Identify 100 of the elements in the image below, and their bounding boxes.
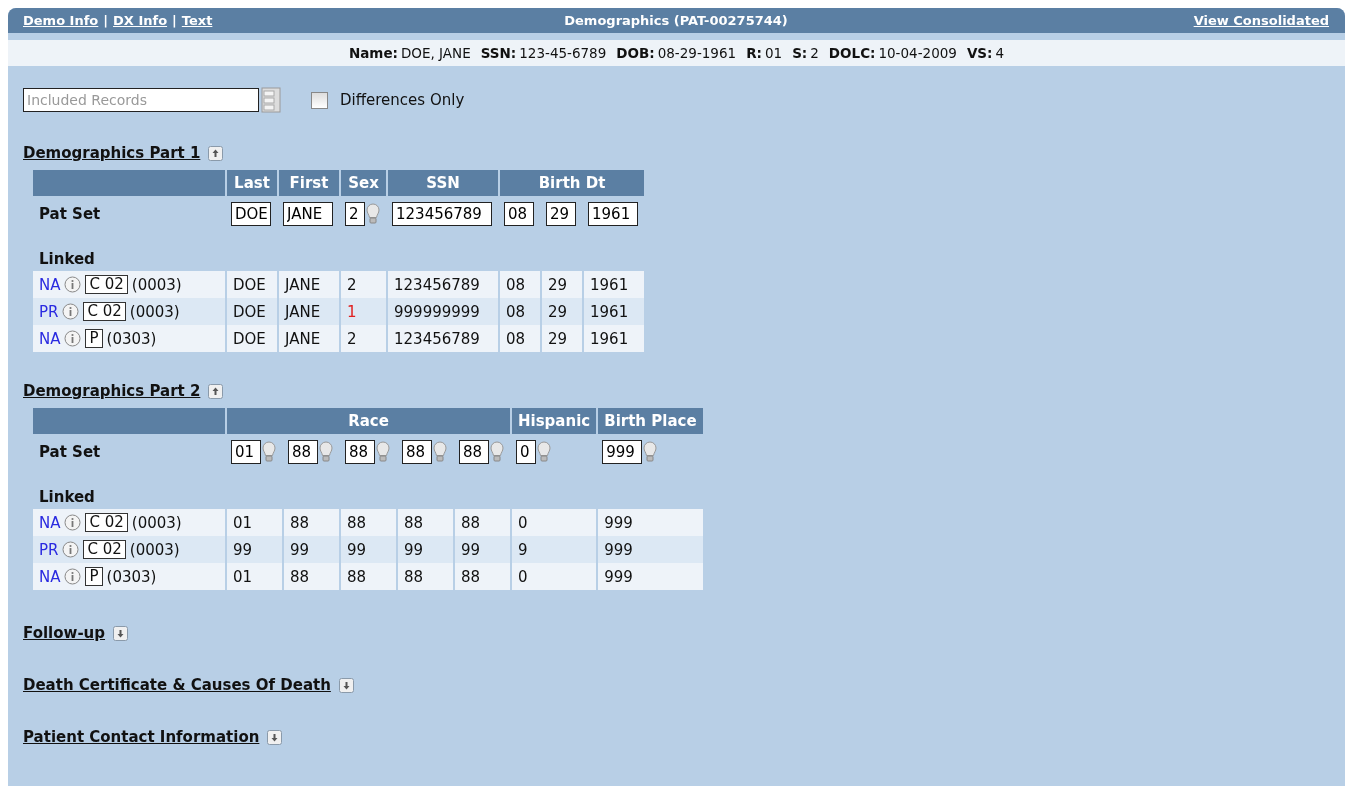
record-code: C 02: [85, 275, 128, 294]
table-cell: 08: [498, 325, 540, 352]
row-label: Pat Set: [38, 204, 102, 225]
value-field[interactable]: 88: [288, 440, 318, 464]
record-code: P: [85, 329, 103, 348]
table-cell: 08: [498, 271, 540, 298]
included-records-field[interactable]: Included Records: [23, 88, 259, 112]
value-field[interactable]: 88: [402, 440, 432, 464]
table-cell: JANE: [277, 271, 339, 298]
table-cell: 123456789: [386, 325, 498, 352]
table-cell: 1961: [582, 298, 644, 325]
table-cell: DOE: [225, 271, 277, 298]
table-cell: 123456789: [386, 271, 498, 298]
table-cell: 1961: [582, 271, 644, 298]
source-link[interactable]: NA: [39, 275, 61, 294]
value-field[interactable]: 88: [459, 440, 489, 464]
value-field[interactable]: 0: [516, 440, 536, 464]
row-label: Linked: [38, 487, 96, 508]
table-cell: 999: [596, 536, 703, 563]
column-header: Race: [225, 408, 510, 434]
info-icon: [62, 303, 80, 320]
record-code: P: [85, 567, 103, 586]
section-title[interactable]: Follow-up: [23, 624, 106, 642]
list-picker-icon: [261, 87, 281, 113]
separator: |: [172, 13, 177, 28]
table-cell: 99: [282, 536, 339, 563]
value-field[interactable]: 88: [345, 440, 375, 464]
column-header: Hispanic: [510, 408, 597, 434]
table-cell: 88: [282, 509, 339, 536]
field-value: 4: [995, 45, 1005, 61]
field-label: VS:: [966, 45, 993, 61]
record-number: (0303): [106, 567, 157, 586]
table-cell: 88: [453, 563, 510, 590]
checkbox-label: Differences Only: [340, 91, 465, 109]
info-icon: [64, 568, 82, 585]
column-header: Sex: [339, 170, 386, 196]
value-field[interactable]: 2: [345, 202, 365, 226]
nav-link[interactable]: Demo Info: [23, 13, 99, 28]
source-link[interactable]: NA: [39, 567, 61, 586]
field-value: 01: [764, 45, 783, 61]
table-cell: 999: [596, 563, 703, 590]
value-field[interactable]: 123456789: [392, 202, 492, 226]
table-cell: 01: [225, 563, 282, 590]
nav-link[interactable]: DX Info: [113, 13, 168, 28]
table-cell: 88: [339, 509, 396, 536]
value-field[interactable]: 01: [231, 440, 261, 464]
field-value: DOE, JANE: [400, 45, 471, 61]
column-header: First: [277, 170, 339, 196]
table-cell: 2: [339, 271, 386, 298]
field-label: DOLC:: [828, 45, 876, 61]
field-value: 123-45-6789: [519, 45, 607, 61]
field-label: S:: [792, 45, 808, 61]
column-header: Birth Place: [596, 408, 703, 434]
table-cell: 0: [510, 509, 597, 536]
source-link[interactable]: NA: [39, 513, 61, 532]
info-icon: [64, 276, 82, 293]
info-icon: [64, 330, 82, 347]
value-field[interactable]: DOE: [231, 202, 271, 226]
source-link[interactable]: NA: [39, 329, 61, 348]
table-cell: DOE: [225, 325, 277, 352]
value-field[interactable]: JANE: [283, 202, 333, 226]
column-header: Birth Dt: [498, 170, 644, 196]
field-value: 08-29-1961: [657, 45, 737, 61]
field-label: Name:: [348, 45, 398, 61]
record-number: (0303): [106, 329, 157, 348]
table-cell: 29: [540, 298, 582, 325]
field-value: 10-04-2009: [878, 45, 957, 61]
source-link[interactable]: PR: [39, 302, 59, 321]
field-label: R:: [746, 45, 762, 61]
table-cell: 88: [396, 509, 453, 536]
table-cell: 88: [339, 563, 396, 590]
record-code: C 02: [83, 540, 126, 559]
section-title[interactable]: Patient Contact Information: [23, 728, 260, 746]
record-number: (0003): [131, 513, 182, 532]
value-field[interactable]: 08: [504, 202, 534, 226]
record-number: (0003): [129, 540, 180, 559]
column-header: SSN: [386, 170, 498, 196]
source-link[interactable]: PR: [39, 540, 59, 559]
value-field[interactable]: 999: [602, 440, 643, 464]
table-cell: 29: [540, 271, 582, 298]
field-label: DOB:: [616, 45, 655, 61]
nav-link[interactable]: Text: [181, 13, 213, 28]
table-cell: 0: [510, 563, 597, 590]
section-title[interactable]: Demographics Part 2: [23, 382, 201, 400]
differences-checkbox[interactable]: [311, 91, 328, 109]
record-code: C 02: [83, 302, 126, 321]
record-number: (0003): [129, 302, 180, 321]
table-cell: 1961: [582, 325, 644, 352]
table-cell: 2: [339, 325, 386, 352]
value-field[interactable]: 29: [546, 202, 576, 226]
field-label: SSN:: [480, 45, 517, 61]
table-cell: 999: [596, 509, 703, 536]
table-cell: 999999999: [386, 298, 498, 325]
section-title[interactable]: Demographics Part 1: [23, 144, 201, 162]
table-cell: 1: [339, 298, 386, 325]
view-consolidated-link[interactable]: View Consolidated: [1193, 13, 1329, 28]
table-cell: 88: [396, 563, 453, 590]
section-title[interactable]: Death Certificate & Causes Of Death: [23, 676, 331, 694]
table-cell: 99: [453, 536, 510, 563]
value-field[interactable]: 1961: [588, 202, 638, 226]
